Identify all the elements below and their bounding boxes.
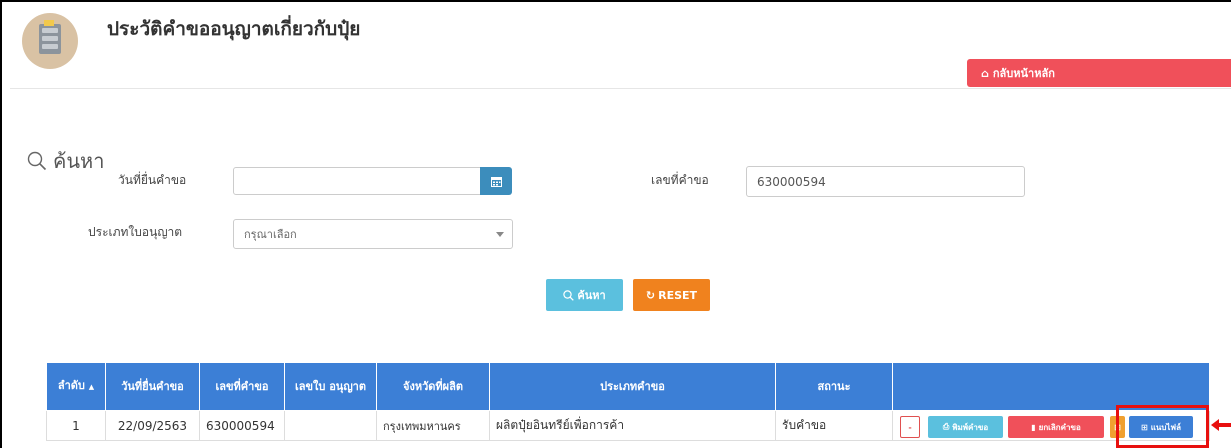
detail-button[interactable]: - — [900, 416, 920, 438]
trash-icon: ▮ — [1031, 422, 1036, 432]
chevron-down-icon — [496, 232, 504, 237]
search-heading: ค้นหา — [27, 145, 104, 177]
cell-request-no: 630000594 — [199, 410, 285, 441]
print-request-button[interactable]: ⎙ พิมพ์คำขอ — [928, 416, 1003, 438]
cell-no: 1 — [46, 410, 106, 441]
highlight-box — [1116, 405, 1209, 448]
date-label: วันที่ยื่นคำขอ — [118, 173, 187, 187]
column-header-no[interactable]: ลำดับ ▲ — [46, 362, 106, 411]
search-button-label: ค้นหา — [577, 289, 606, 302]
home-icon: ⌂ — [981, 66, 989, 80]
request-no-label: เลขที่คำขอ — [651, 173, 709, 187]
search-icon — [27, 151, 47, 171]
home-button-label: กลับหน้าหลัก — [992, 67, 1055, 80]
cancel-request-label: ยกเลิกคำขอ — [1038, 422, 1081, 432]
column-header-date[interactable]: วันที่ยื่นคำขอ — [105, 362, 200, 411]
column-header-status[interactable]: สถานะ — [775, 362, 893, 411]
refresh-icon: ↻ — [645, 288, 656, 302]
cell-province: กรุงเทพมหานคร — [376, 410, 490, 441]
column-header-request-type[interactable]: ประเภทคำขอ — [489, 362, 776, 411]
sort-icon: ▲ — [88, 383, 95, 391]
cabinet-icon — [22, 13, 78, 69]
cancel-request-button[interactable]: ▮ ยกเลิกคำขอ — [1008, 416, 1104, 438]
date-input[interactable] — [233, 167, 481, 195]
column-header-province[interactable]: จังหวัดที่ผลิต — [376, 362, 490, 411]
license-type-select[interactable]: กรุณาเลือก — [233, 219, 513, 249]
home-button[interactable]: ⌂ กลับหน้าหลัก — [967, 59, 1231, 87]
page-title: ประวัติคำขออนุญาตเกี่ยวกับปุ๋ย — [107, 18, 361, 40]
cell-license-no — [284, 410, 377, 441]
request-table: ลำดับ ▲ วันที่ยื่นคำขอ เลขที่คำขอ เลขใบ … — [46, 362, 1210, 441]
table-header-row: ลำดับ ▲ วันที่ยื่นคำขอ เลขที่คำขอ เลขใบ … — [46, 362, 1210, 411]
arrow-left-icon — [1211, 419, 1231, 431]
license-type-label: ประเภทใบอนุญาต — [88, 225, 183, 239]
print-request-label: พิมพ์คำขอ — [952, 422, 989, 432]
cell-date: 22/09/2563 — [105, 410, 200, 441]
license-type-placeholder: กรุณาเลือก — [244, 228, 297, 241]
header-divider — [10, 88, 1231, 89]
column-header-request-no[interactable]: เลขที่คำขอ — [199, 362, 285, 411]
table-row: 1 22/09/2563 630000594 กรุงเทพมหานคร ผลิ… — [46, 410, 1210, 441]
request-no-input[interactable]: 630000594 — [746, 166, 1025, 197]
print-icon: ⎙ — [942, 422, 950, 431]
search-icon — [563, 289, 575, 301]
cell-status: รับคำขอ — [775, 410, 893, 441]
reset-button-label: RESET — [658, 288, 698, 302]
search-heading-label: ค้นหา — [53, 149, 105, 173]
calendar-icon — [490, 176, 502, 187]
cell-request-type: ผลิตปุ๋ยอินทรีย์เพื่อการค้า — [489, 410, 776, 441]
search-button[interactable]: ค้นหา — [546, 279, 623, 311]
reset-button[interactable]: ↻ RESET — [633, 279, 710, 311]
column-header-license-no[interactable]: เลขใบ อนุญาต — [284, 362, 377, 411]
calendar-button[interactable] — [480, 167, 512, 195]
column-header-actions — [892, 362, 1210, 411]
